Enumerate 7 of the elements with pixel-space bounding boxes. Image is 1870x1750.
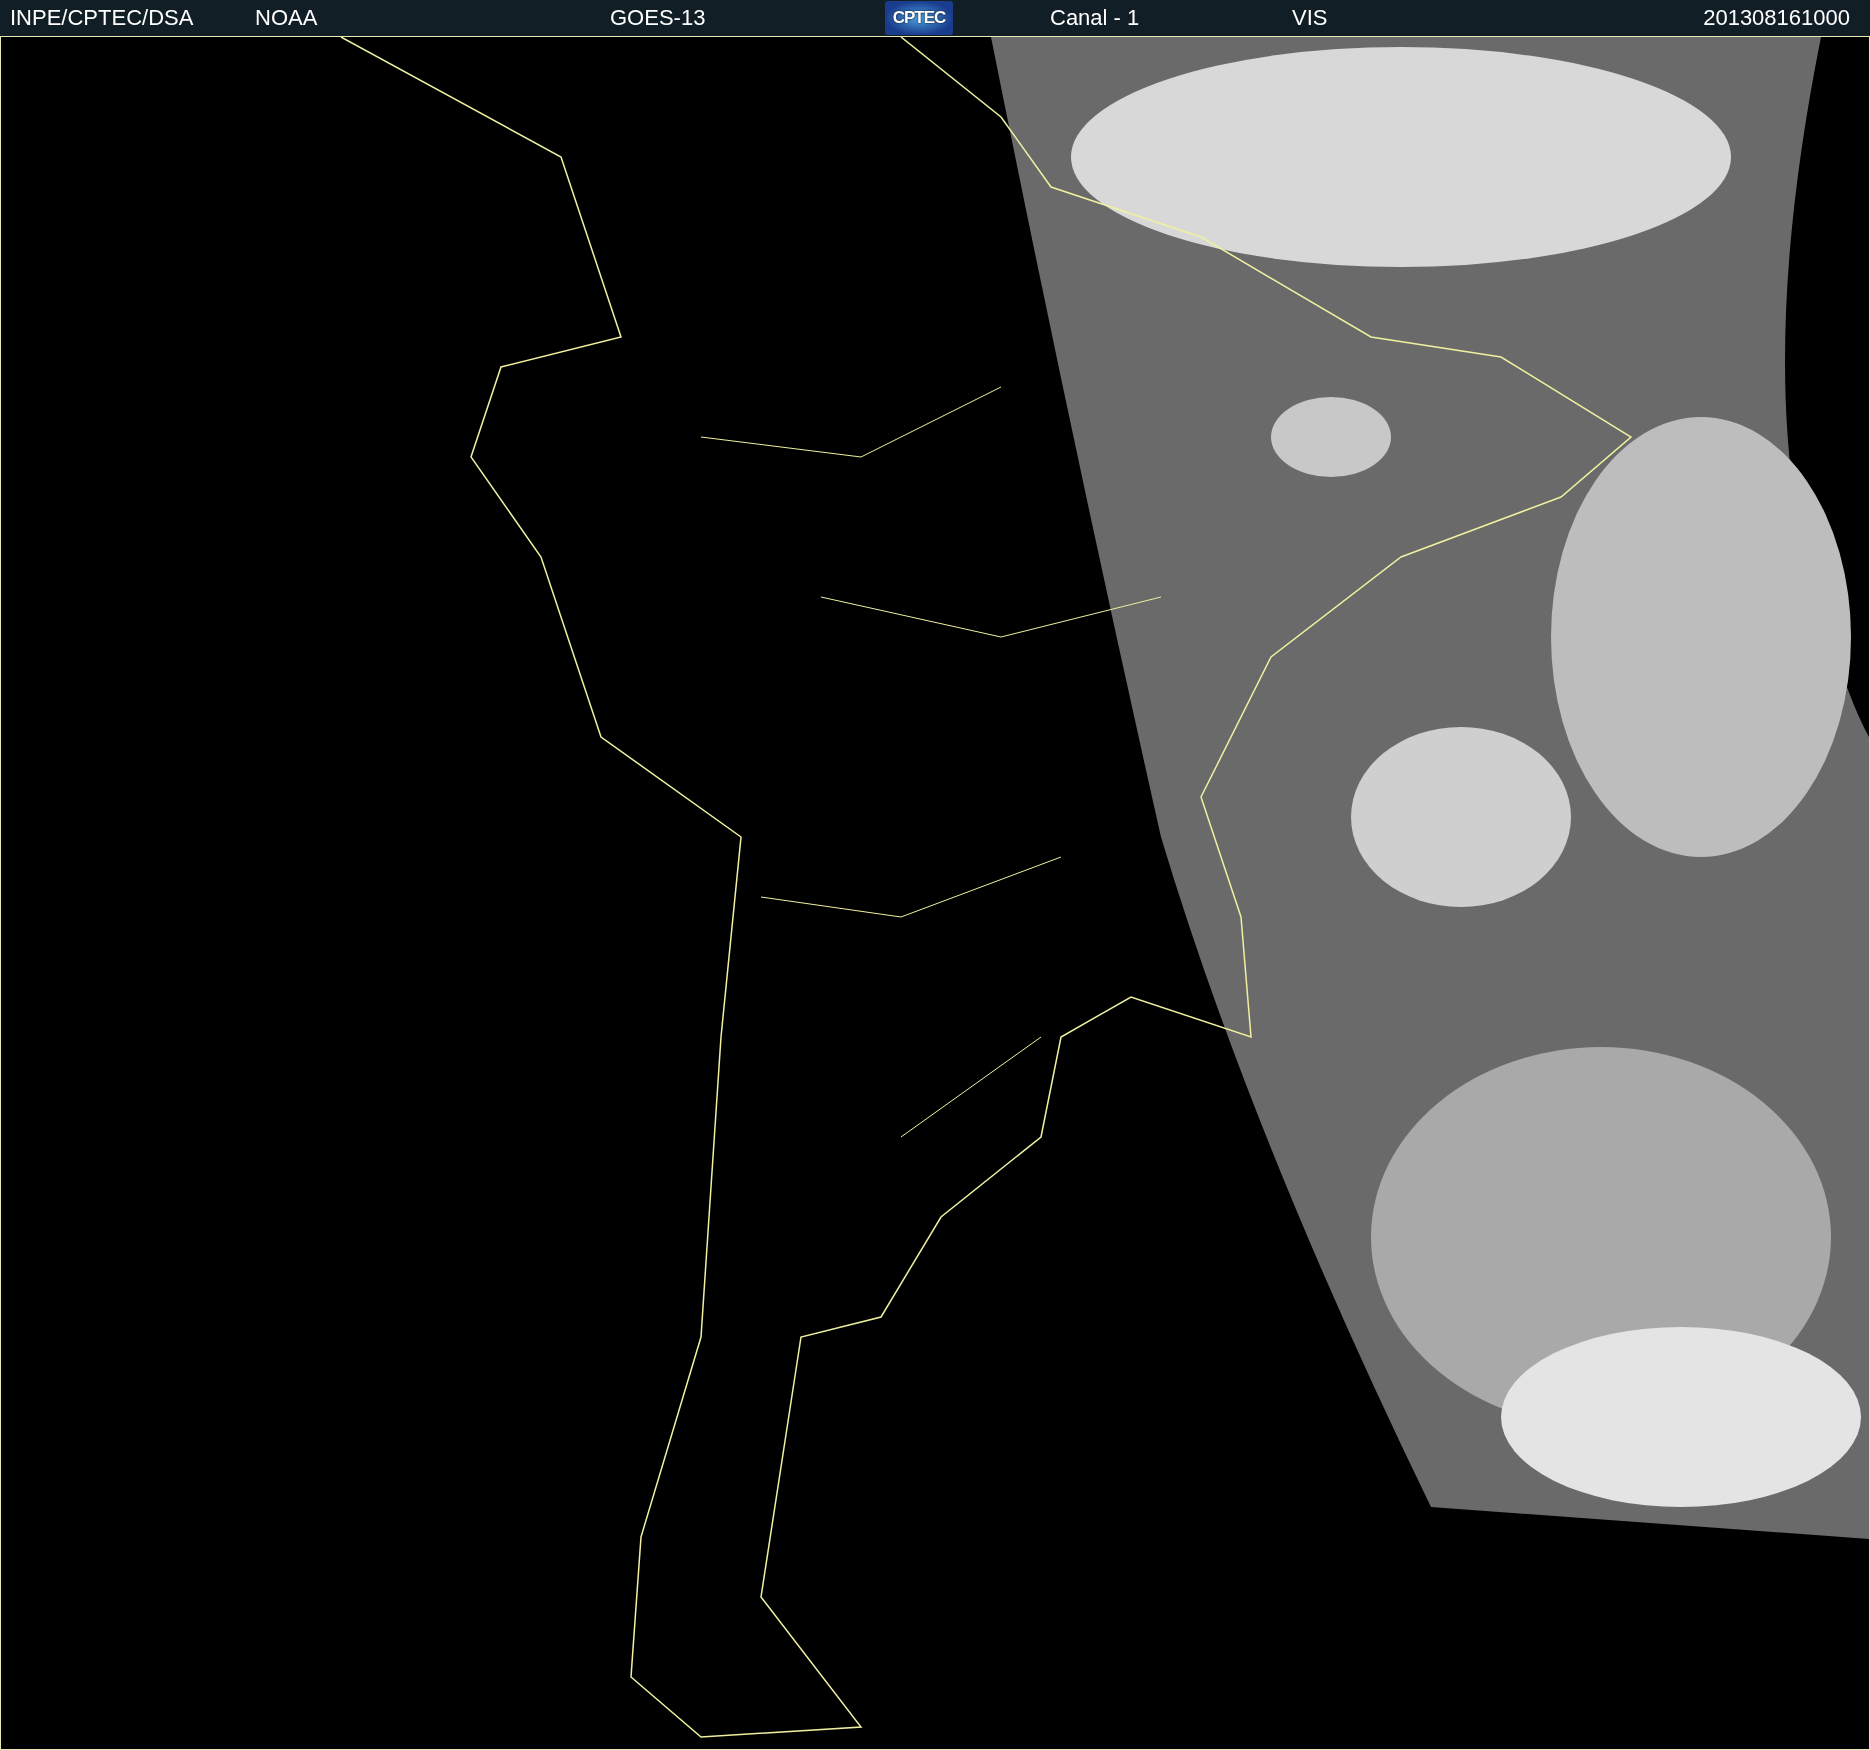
header-label: Canal - 1: [1050, 5, 1140, 31]
header-label: NOAA: [255, 5, 318, 31]
header-label: 201308161000: [1703, 5, 1850, 31]
logo: CPTEC: [885, 1, 953, 35]
header-label: GOES-13: [610, 5, 706, 31]
header-label: VIS: [1292, 5, 1328, 31]
header-label: INPE/CPTEC/DSA: [10, 5, 194, 31]
